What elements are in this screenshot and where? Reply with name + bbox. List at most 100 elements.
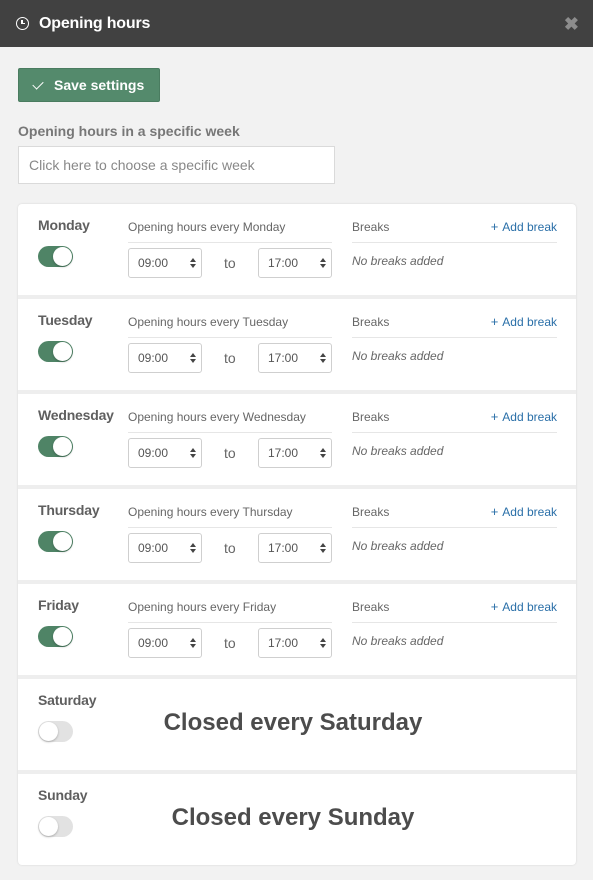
add-break-label: Add break xyxy=(502,410,557,424)
start-time-value: 09:00 xyxy=(138,351,169,365)
toggle-monday[interactable] xyxy=(38,246,73,267)
toggle-knob xyxy=(53,437,72,456)
end-time-select-wednesday[interactable]: 17:00 xyxy=(258,438,332,468)
day-name-friday: Friday xyxy=(38,597,79,613)
plus-icon: + xyxy=(490,314,499,329)
toggle-knob xyxy=(39,817,58,836)
select-arrows-icon xyxy=(190,448,196,458)
no-breaks-text-tuesday: No breaks added xyxy=(352,349,444,363)
hours-label-tuesday: Opening hours every Tuesday xyxy=(128,315,332,338)
toggle-saturday[interactable] xyxy=(38,721,73,742)
day-name-tuesday: Tuesday xyxy=(38,312,93,328)
select-arrows-icon xyxy=(320,353,326,363)
specific-week-input[interactable] xyxy=(18,146,335,184)
day-name-sunday: Sunday xyxy=(38,787,88,803)
toggle-knob xyxy=(53,247,72,266)
hours-label-thursday: Opening hours every Thursday xyxy=(128,505,332,528)
settings-content: Save settings Opening hours in a specifi… xyxy=(0,47,593,865)
select-arrows-icon xyxy=(190,353,196,363)
day-row-monday: Monday Opening hours every Monday 09:00 to 1… xyxy=(18,204,576,295)
days-card: Monday Opening hours every Monday 09:00 to 1… xyxy=(18,204,576,865)
plus-icon: + xyxy=(490,409,499,424)
hours-label-wednesday: Opening hours every Wednesday xyxy=(128,410,332,433)
day-row-saturday: Saturday Closed every Saturday xyxy=(18,675,576,770)
window-title: Opening hours xyxy=(39,14,151,32)
start-time-value: 09:00 xyxy=(138,256,169,270)
start-time-select-wednesday[interactable]: 09:00 xyxy=(128,438,202,468)
no-breaks-text-wednesday: No breaks added xyxy=(352,444,444,458)
start-time-value: 09:00 xyxy=(138,636,169,650)
end-time-value: 17:00 xyxy=(268,256,299,270)
select-arrows-icon xyxy=(320,258,326,268)
toggle-tuesday[interactable] xyxy=(38,341,73,362)
specific-week-label: Opening hours in a specific week xyxy=(18,123,240,139)
closed-text-saturday: Closed every Saturday xyxy=(163,709,423,736)
save-settings-label: Save settings xyxy=(54,77,145,93)
select-arrows-icon xyxy=(190,258,196,268)
add-break-label: Add break xyxy=(502,600,557,614)
check-icon xyxy=(32,77,44,90)
day-name-monday: Monday xyxy=(38,217,90,233)
add-break-link-monday[interactable]: + Add break xyxy=(491,219,557,234)
closed-message-sunday: Closed every Sunday xyxy=(128,804,576,832)
start-time-select-thursday[interactable]: 09:00 xyxy=(128,533,202,563)
plus-icon: + xyxy=(490,504,499,519)
save-settings-button[interactable]: Save settings xyxy=(18,68,161,102)
toggle-knob xyxy=(53,342,72,361)
start-time-select-friday[interactable]: 09:00 xyxy=(128,628,202,658)
toggle-knob xyxy=(53,627,72,646)
end-time-value: 17:00 xyxy=(268,541,299,555)
end-time-select-thursday[interactable]: 17:00 xyxy=(258,533,332,563)
start-time-value: 09:00 xyxy=(138,541,169,555)
hours-label-friday: Opening hours every Friday xyxy=(128,600,332,623)
toggle-friday[interactable] xyxy=(38,626,73,647)
day-name-saturday: Saturday xyxy=(38,692,97,708)
closed-message-saturday: Closed every Saturday xyxy=(128,709,576,737)
day-row-tuesday: Tuesday Opening hours every Tuesday 09:00 t… xyxy=(18,295,576,390)
to-label: to xyxy=(224,635,236,651)
hours-label-monday: Opening hours every Monday xyxy=(128,220,332,243)
toggle-knob xyxy=(39,722,58,741)
select-arrows-icon xyxy=(320,448,326,458)
end-time-value: 17:00 xyxy=(268,351,299,365)
add-break-label: Add break xyxy=(502,315,557,329)
to-label: to xyxy=(224,445,236,461)
plus-icon: + xyxy=(490,599,499,614)
day-name-wednesday: Wednesday xyxy=(38,407,114,423)
title-bar: Opening hours ✖ xyxy=(0,0,593,47)
start-time-select-monday[interactable]: 09:00 xyxy=(128,248,202,278)
close-icon[interactable]: ✖ xyxy=(564,15,579,33)
add-break-link-thursday[interactable]: + Add break xyxy=(491,504,557,519)
select-arrows-icon xyxy=(320,543,326,553)
start-time-select-tuesday[interactable]: 09:00 xyxy=(128,343,202,373)
start-time-value: 09:00 xyxy=(138,446,169,460)
select-arrows-icon xyxy=(190,543,196,553)
end-time-select-monday[interactable]: 17:00 xyxy=(258,248,332,278)
day-row-sunday: Sunday Closed every Sunday xyxy=(18,770,576,865)
no-breaks-text-monday: No breaks added xyxy=(352,254,444,268)
day-row-thursday: Thursday Opening hours every Thursday 09:0… xyxy=(18,485,576,580)
day-name-thursday: Thursday xyxy=(38,502,100,518)
add-break-label: Add break xyxy=(502,505,557,519)
add-break-link-tuesday[interactable]: + Add break xyxy=(491,314,557,329)
day-row-wednesday: Wednesday Opening hours every Wednesday 09… xyxy=(18,390,576,485)
end-time-select-friday[interactable]: 17:00 xyxy=(258,628,332,658)
select-arrows-icon xyxy=(190,638,196,648)
to-label: to xyxy=(224,255,236,271)
toggle-wednesday[interactable] xyxy=(38,436,73,457)
no-breaks-text-friday: No breaks added xyxy=(352,634,444,648)
select-arrows-icon xyxy=(320,638,326,648)
add-break-label: Add break xyxy=(502,220,557,234)
add-break-link-friday[interactable]: + Add break xyxy=(491,599,557,614)
end-time-value: 17:00 xyxy=(268,446,299,460)
to-label: to xyxy=(224,350,236,366)
closed-text-sunday: Closed every Sunday xyxy=(171,804,415,831)
plus-icon: + xyxy=(490,219,499,234)
day-row-friday: Friday Opening hours every Friday 09:00 to 1… xyxy=(18,580,576,675)
end-time-select-tuesday[interactable]: 17:00 xyxy=(258,343,332,373)
add-break-link-wednesday[interactable]: + Add break xyxy=(491,409,557,424)
toggle-knob xyxy=(53,532,72,551)
toggle-thursday[interactable] xyxy=(38,531,73,552)
toggle-sunday[interactable] xyxy=(38,816,73,837)
end-time-value: 17:00 xyxy=(268,636,299,650)
